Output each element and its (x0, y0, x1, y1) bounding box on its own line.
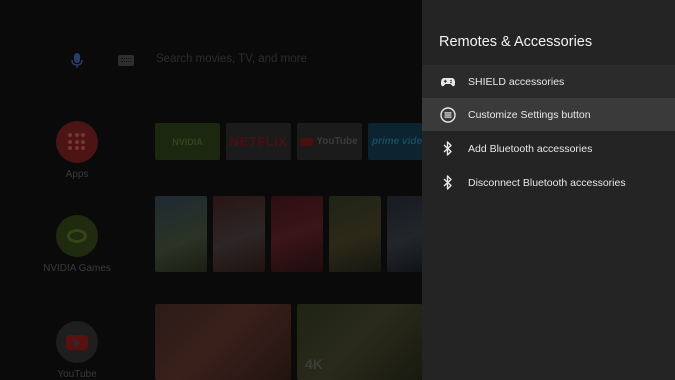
search-bar[interactable]: Search movies, TV, and more (0, 45, 422, 77)
menu-item-label: Customize Settings button (468, 108, 591, 121)
apps-grid-icon (56, 121, 98, 163)
youtube-mini-icon (301, 137, 314, 146)
video-thumbnail[interactable] (155, 304, 291, 380)
menu-item-label: Add Bluetooth accessories (468, 142, 593, 155)
home-screen-background: Search movies, TV, and more Apps NVIDIA … (0, 0, 422, 380)
poster[interactable] (387, 196, 422, 272)
menu-item-add-bluetooth[interactable]: Add Bluetooth accessories (422, 132, 675, 165)
youtube-logo-icon (56, 321, 98, 363)
youtube-shortcut[interactable]: YouTube (27, 321, 127, 380)
menu-item-label: SHIELD accessories (468, 75, 565, 88)
video-thumbnails-row: 4K (155, 304, 422, 380)
nvidia-games-label: NVIDIA Games (43, 263, 111, 274)
microphone-icon[interactable] (70, 53, 84, 69)
nvidia-tile[interactable]: NVIDIA (155, 123, 220, 160)
app-tiles-row: NVIDIA NETFLIX YouTube prime vide (155, 123, 422, 160)
youtube-label: YouTube (57, 369, 97, 380)
nvidia-logo-icon (56, 215, 98, 257)
menu-item-disconnect-bluetooth[interactable]: Disconnect Bluetooth accessories (422, 166, 675, 199)
youtube-tile[interactable]: YouTube (297, 123, 362, 160)
menu-item-shield-accessories[interactable]: SHIELD accessories (422, 65, 675, 98)
youtube-tile-label: YouTube (316, 136, 358, 147)
video-thumbnail[interactable]: 4K (297, 304, 422, 380)
netflix-tile[interactable]: NETFLIX (226, 123, 291, 160)
apps-shortcut[interactable]: Apps (27, 121, 127, 180)
settings-panel: Remotes & Accessories SHIELD accessories… (422, 0, 675, 380)
bluetooth-icon (440, 175, 456, 191)
gamepad-icon (440, 74, 456, 90)
settings-button-icon (440, 106, 456, 123)
search-placeholder: Search movies, TV, and more (156, 53, 307, 65)
prime-video-tile[interactable]: prime vide (368, 123, 422, 160)
4k-badge: 4K (305, 356, 323, 372)
game-posters-row (155, 196, 422, 272)
poster[interactable] (329, 196, 381, 272)
panel-title: Remotes & Accessories (439, 34, 593, 50)
nvidia-games-shortcut[interactable]: NVIDIA Games (27, 215, 127, 274)
bluetooth-icon (440, 141, 456, 157)
apps-label: Apps (65, 169, 89, 180)
menu-item-label: Disconnect Bluetooth accessories (468, 176, 626, 189)
poster[interactable] (271, 196, 323, 272)
keyboard-icon[interactable] (118, 55, 134, 66)
menu-item-customize-settings-button[interactable]: Customize Settings button (422, 98, 675, 131)
poster[interactable] (155, 196, 207, 272)
poster[interactable] (213, 196, 265, 272)
